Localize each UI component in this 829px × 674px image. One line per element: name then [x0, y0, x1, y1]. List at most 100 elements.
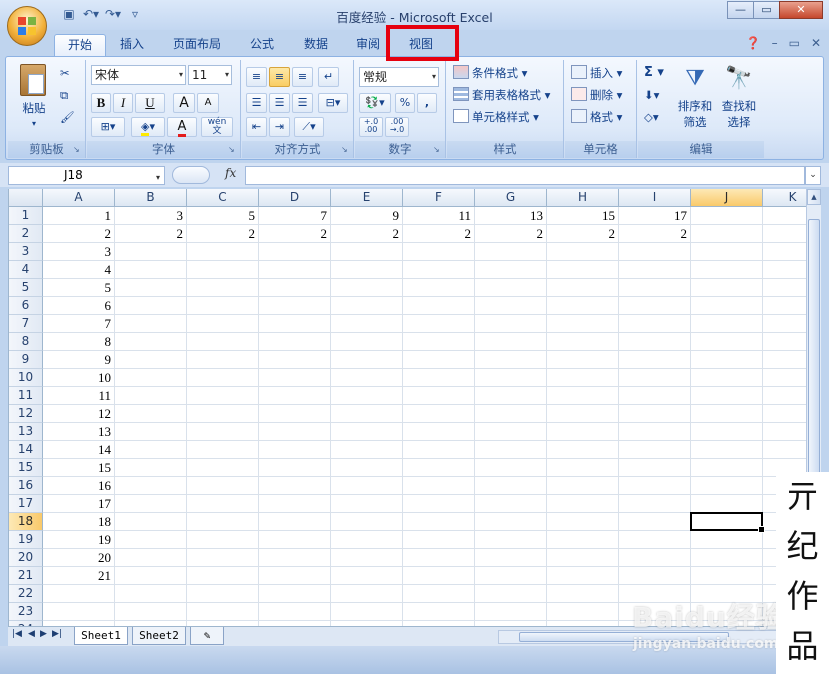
column-header-d[interactable]: D — [259, 189, 331, 207]
paste-icon[interactable] — [20, 64, 46, 96]
shrink-font-button[interactable]: A — [197, 93, 219, 113]
cell-h5[interactable] — [547, 279, 619, 297]
cell-a14[interactable]: 14 — [43, 441, 115, 459]
workbook-restore-icon[interactable]: ▭ — [789, 36, 800, 50]
column-header-i[interactable]: I — [619, 189, 691, 207]
cell-b4[interactable] — [115, 261, 187, 279]
cell-i11[interactable] — [619, 387, 691, 405]
cell-c9[interactable] — [187, 351, 259, 369]
fill-color-button[interactable]: ◈▾ — [131, 117, 165, 137]
cell-b16[interactable] — [115, 477, 187, 495]
insert-cells-button[interactable]: 插入 ▾ — [571, 64, 622, 82]
cell-e14[interactable] — [331, 441, 403, 459]
cell-c3[interactable] — [187, 243, 259, 261]
first-sheet-icon[interactable]: |◀ — [12, 629, 22, 639]
row-header-23[interactable]: 23 — [9, 603, 43, 621]
grow-font-button[interactable]: A — [173, 93, 195, 113]
autosum-button[interactable]: Σ ▾ — [644, 64, 664, 82]
row-header-22[interactable]: 22 — [9, 585, 43, 603]
cell-e20[interactable] — [331, 549, 403, 567]
cell-g22[interactable] — [475, 585, 547, 603]
cell-g9[interactable] — [475, 351, 547, 369]
cell-f17[interactable] — [403, 495, 475, 513]
cell-a16[interactable]: 16 — [43, 477, 115, 495]
cell-a5[interactable]: 5 — [43, 279, 115, 297]
cell-a21[interactable]: 21 — [43, 567, 115, 585]
cell-h8[interactable] — [547, 333, 619, 351]
cell-h12[interactable] — [547, 405, 619, 423]
cell-j2[interactable] — [691, 225, 763, 243]
cell-c7[interactable] — [187, 315, 259, 333]
cell-f3[interactable] — [403, 243, 475, 261]
row-header-19[interactable]: 19 — [9, 531, 43, 549]
cell-i19[interactable] — [619, 531, 691, 549]
cell-h11[interactable] — [547, 387, 619, 405]
cell-j15[interactable] — [691, 459, 763, 477]
fill-icon[interactable]: ⬇▾ — [644, 86, 659, 104]
cell-d10[interactable] — [259, 369, 331, 387]
next-sheet-icon[interactable]: ▶ — [40, 629, 47, 639]
align-right-button[interactable]: ☰ — [292, 93, 313, 113]
cell-c12[interactable] — [187, 405, 259, 423]
font-size-select[interactable]: 11 ▾ — [188, 65, 232, 85]
last-sheet-icon[interactable]: ▶| — [52, 629, 62, 639]
cell-k4[interactable] — [763, 261, 806, 279]
worksheet-grid[interactable]: A B C D E F G H I J K 1 1 3 5 7 9 11 13 15 17 2 2 2 2 2 2 2 2 2 2 3 3 4 4 5… — [8, 189, 806, 626]
cell-k7[interactable] — [763, 315, 806, 333]
cell-g21[interactable] — [475, 567, 547, 585]
cell-d2[interactable]: 2 — [259, 225, 331, 243]
cell-i4[interactable] — [619, 261, 691, 279]
delete-cells-button[interactable]: 删除 ▾ — [571, 86, 622, 104]
workbook-close-icon[interactable]: ✕ — [811, 36, 821, 50]
cell-c14[interactable] — [187, 441, 259, 459]
cell-e7[interactable] — [331, 315, 403, 333]
row-header-18[interactable]: 18 — [9, 513, 43, 531]
row-header-7[interactable]: 7 — [9, 315, 43, 333]
clipboard-launcher-icon[interactable]: ↘ — [73, 145, 83, 155]
cell-e18[interactable] — [331, 513, 403, 531]
cell-k5[interactable] — [763, 279, 806, 297]
cell-b15[interactable] — [115, 459, 187, 477]
cell-h10[interactable] — [547, 369, 619, 387]
cell-i6[interactable] — [619, 297, 691, 315]
tab-data[interactable]: 数据 — [294, 34, 338, 57]
tab-formulas[interactable]: 公式 — [240, 34, 284, 57]
cell-b10[interactable] — [115, 369, 187, 387]
cell-g3[interactable] — [475, 243, 547, 261]
find-select-button[interactable]: 查找和 选择 — [718, 98, 760, 130]
cell-a7[interactable]: 7 — [43, 315, 115, 333]
cell-h9[interactable] — [547, 351, 619, 369]
cell-b9[interactable] — [115, 351, 187, 369]
cell-h13[interactable] — [547, 423, 619, 441]
cell-f12[interactable] — [403, 405, 475, 423]
borders-button[interactable]: ⊞▾ — [91, 117, 125, 137]
cell-j20[interactable] — [691, 549, 763, 567]
cell-d3[interactable] — [259, 243, 331, 261]
row-header-5[interactable]: 5 — [9, 279, 43, 297]
cell-a9[interactable]: 9 — [43, 351, 115, 369]
cell-k10[interactable] — [763, 369, 806, 387]
cell-e4[interactable] — [331, 261, 403, 279]
cell-j11[interactable] — [691, 387, 763, 405]
cell-h3[interactable] — [547, 243, 619, 261]
cut-icon[interactable]: ✂ — [60, 64, 70, 82]
cell-c18[interactable] — [187, 513, 259, 531]
row-header-13[interactable]: 13 — [9, 423, 43, 441]
cell-i15[interactable] — [619, 459, 691, 477]
cell-e16[interactable] — [331, 477, 403, 495]
cell-f9[interactable] — [403, 351, 475, 369]
cell-d23[interactable] — [259, 603, 331, 621]
cell-a20[interactable]: 20 — [43, 549, 115, 567]
cell-b11[interactable] — [115, 387, 187, 405]
copy-icon[interactable]: ⧉ — [60, 86, 68, 104]
cell-e22[interactable] — [331, 585, 403, 603]
tab-insert[interactable]: 插入 — [110, 34, 154, 57]
cell-h7[interactable] — [547, 315, 619, 333]
cell-d14[interactable] — [259, 441, 331, 459]
cell-g8[interactable] — [475, 333, 547, 351]
row-header-4[interactable]: 4 — [9, 261, 43, 279]
cell-a22[interactable] — [43, 585, 115, 603]
cell-g16[interactable] — [475, 477, 547, 495]
cell-f10[interactable] — [403, 369, 475, 387]
cell-g14[interactable] — [475, 441, 547, 459]
